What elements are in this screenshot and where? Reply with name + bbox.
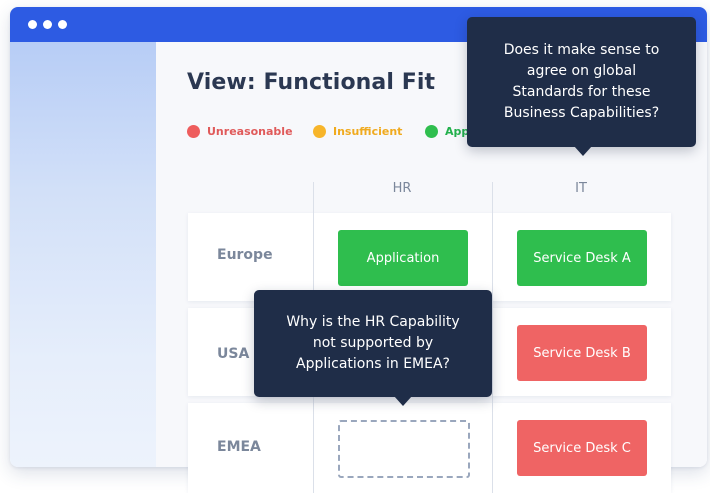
screenshot-stage: View: Functional Fit Unreasonable Insuff…: [0, 0, 710, 493]
window-dot-icon[interactable]: [43, 20, 52, 29]
empty-application-slot[interactable]: [338, 420, 470, 478]
legend-item-unreasonable: Unreasonable: [187, 124, 293, 140]
row-label-usa: USA: [217, 346, 250, 362]
legend-label: Insufficient: [333, 125, 403, 138]
tooltip-arrow-icon: [574, 146, 592, 156]
column-divider: [492, 182, 493, 493]
tooltip-line: Does it make sense to: [503, 42, 660, 58]
tooltip-line: Applications in EMEA?: [296, 356, 450, 372]
tooltip-line: Why is the HR Capability: [286, 314, 460, 330]
tooltip-line: not supported by: [312, 335, 434, 351]
tooltip-arrow-icon: [394, 396, 412, 406]
page-title: View: Functional Fit: [187, 70, 436, 95]
window-dot-icon[interactable]: [28, 20, 37, 29]
window-dot-icon[interactable]: [58, 20, 67, 29]
green-dot-icon: [425, 124, 438, 138]
tooltip-hr-capability: Why is the HR Capability not supported b…: [254, 290, 492, 406]
column-header-it: IT: [575, 181, 587, 196]
tooltip-line: Business Capabilities?: [503, 105, 660, 121]
row-label-emea: EMEA: [217, 439, 261, 455]
tooltip-line: Standards for these: [512, 84, 651, 100]
legend-label: Unreasonable: [207, 125, 293, 138]
service-desk-c-button[interactable]: Service Desk C: [517, 420, 647, 476]
sidebar: [10, 42, 156, 467]
legend-label: App: [445, 125, 470, 138]
red-dot-icon: [187, 124, 200, 138]
application-cell-button[interactable]: Application: [338, 230, 468, 286]
tooltip-line: agree on global: [526, 63, 637, 79]
service-desk-a-button[interactable]: Service Desk A: [517, 230, 647, 286]
legend-item-insufficient: Insufficient: [313, 124, 402, 140]
column-header-hr: HR: [392, 181, 412, 196]
yellow-dot-icon: [313, 124, 326, 138]
row-label-europe: Europe: [217, 247, 273, 263]
tooltip-global-standards: Does it make sense to agree on global St…: [467, 17, 696, 156]
legend-item-appropriate: App: [425, 124, 469, 140]
service-desk-b-button[interactable]: Service Desk B: [517, 325, 647, 381]
